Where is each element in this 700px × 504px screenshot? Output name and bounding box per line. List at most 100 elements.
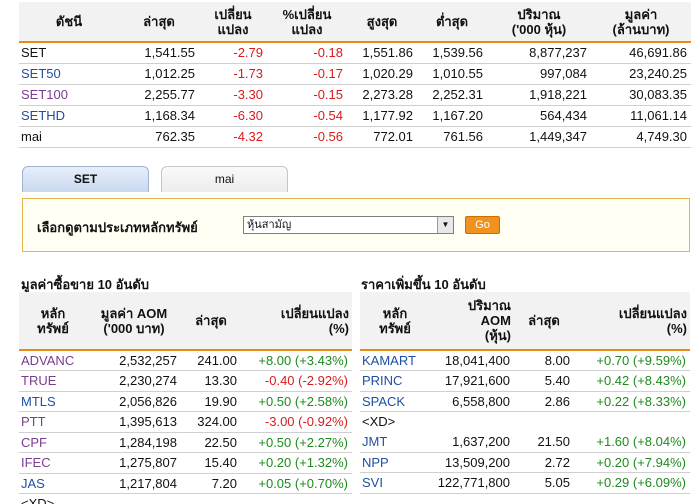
col-header-value: มูลค่า (ล้านบาท) [591, 2, 691, 43]
symbol-link[interactable]: SVI [360, 472, 430, 494]
filter-label: เลือกดูตามประเภทหลักทรัพย์ [37, 220, 198, 235]
col-header-last: ล่าสุด [119, 2, 199, 43]
index-change: -6.30 [199, 105, 267, 127]
price-change: +0.70 (+9.59%) [574, 350, 690, 371]
security-type-select[interactable]: หุ้นสามัญ ▼ [243, 216, 454, 234]
index-name-link[interactable]: SET [19, 42, 119, 64]
index-pct-change: -0.56 [267, 126, 347, 148]
col-header-low: ต่ำสุด [417, 2, 487, 43]
index-volume: 1,918,221 [487, 84, 591, 106]
index-value: 23,240.25 [591, 63, 691, 85]
aom-volume: 18,041,400 [430, 350, 514, 371]
table-row: TRUE 2,230,274 13.30 -0.40 (-2.92%) [19, 370, 352, 392]
symbol-link[interactable]: PTT [19, 411, 87, 433]
symbol-link[interactable]: JAS [19, 473, 87, 494]
col-header-high: สูงสุด [347, 2, 417, 43]
index-change: -3.30 [199, 84, 267, 106]
last-price: 19.90 [181, 391, 241, 412]
dropdown-arrow-icon[interactable]: ▼ [437, 217, 453, 233]
symbol-link[interactable]: NPP [360, 452, 430, 473]
index-row: SET50 1,012.25 -1.73 -0.17 1,020.29 1,010.55 9… [19, 63, 691, 85]
index-low: 761.56 [417, 126, 487, 148]
symbol-link[interactable]: JMT [360, 431, 430, 453]
index-name-link[interactable]: SETHD [19, 105, 119, 127]
price-change: +0.42 (+8.43%) [574, 370, 690, 392]
index-row: SETHD 1,168.34 -6.30 -0.54 1,177.92 1,167.20 5… [19, 105, 691, 127]
index-name-link[interactable]: SET100 [19, 84, 119, 106]
index-high: 2,273.28 [347, 84, 417, 106]
symbol-link[interactable]: KAMART [360, 350, 430, 371]
symbol-link[interactable]: CPF [19, 432, 87, 453]
index-row: SET100 2,255.77 -3.30 -0.15 2,273.28 2,252.31… [19, 84, 691, 106]
price-change: -3.00 (-0.92%) [241, 411, 352, 433]
last-price: 2.72 [514, 452, 574, 473]
col-header-change: เปลี่ยน แปลง [199, 2, 267, 43]
col-header-aom-volume: ปริมาณ AOM (หุ้น) [430, 292, 514, 351]
aom-value: 1,395,613 [87, 411, 181, 433]
symbol-link[interactable]: TRUE [19, 370, 87, 392]
price-change: +0.29 (+6.09%) [574, 472, 690, 494]
top-gainers-table: หลัก ทรัพย์ ปริมาณ AOM (หุ้น) ล่าสุด เปล… [360, 292, 690, 494]
symbol-link[interactable]: ADVANC [19, 350, 87, 371]
index-name-link[interactable]: mai [19, 126, 119, 148]
index-value: 30,083.35 [591, 84, 691, 106]
last-price: 15.40 [181, 452, 241, 474]
index-pct-change: -0.18 [267, 42, 347, 64]
index-low: 2,252.31 [417, 84, 487, 106]
price-change: +0.22 (+8.33%) [574, 391, 690, 412]
index-volume: 8,877,237 [487, 42, 591, 64]
go-button[interactable]: Go [465, 216, 500, 234]
last-price: 7.20 [181, 473, 241, 494]
xd-note-row: <XD> [360, 412, 690, 432]
table-row: PRINC 17,921,600 5.40 +0.42 (+8.43%) [360, 370, 690, 392]
col-header-change: เปลี่ยนแปลง (%) [574, 292, 690, 351]
last-price: 13.30 [181, 370, 241, 392]
table-row: MTLS 2,056,826 19.90 +0.50 (+2.58%) [19, 391, 352, 412]
index-high: 1,020.29 [347, 63, 417, 85]
index-low: 1,010.55 [417, 63, 487, 85]
col-header-symbol: หลัก ทรัพย์ [360, 292, 430, 351]
table-row: JMT 1,637,200 21.50 +1.60 (+8.04%) [360, 431, 690, 453]
index-last: 2,255.77 [119, 84, 199, 106]
index-value: 46,691.86 [591, 42, 691, 64]
aom-value: 1,217,804 [87, 473, 181, 494]
last-price: 2.86 [514, 391, 574, 412]
index-pct-change: -0.54 [267, 105, 347, 127]
security-type-filter: เลือกดูตามประเภทหลักทรัพย์ หุ้นสามัญ ▼ G… [22, 198, 690, 252]
last-price: 324.00 [181, 411, 241, 433]
symbol-link[interactable]: SPACK [360, 391, 430, 412]
aom-volume: 13,509,200 [430, 452, 514, 473]
index-row: mai 762.35 -4.32 -0.56 772.01 761.56 1,449,347… [19, 126, 691, 148]
top-value-header: หลัก ทรัพย์ มูลค่า AOM ('000 บาท) ล่าสุด… [19, 292, 352, 351]
price-change: -0.40 (-2.92%) [241, 370, 352, 392]
last-price: 5.05 [514, 472, 574, 494]
price-change: +0.05 (+0.70%) [241, 473, 352, 494]
index-pct-change: -0.17 [267, 63, 347, 85]
index-value: 4,749.30 [591, 126, 691, 148]
index-low: 1,539.56 [417, 42, 487, 64]
index-last: 1,012.25 [119, 63, 199, 85]
top-value-table: หลัก ทรัพย์ มูลค่า AOM ('000 บาท) ล่าสุด… [19, 292, 352, 504]
index-name-link[interactable]: SET50 [19, 63, 119, 85]
last-price: 8.00 [514, 350, 574, 371]
symbol-link[interactable]: PRINC [360, 370, 430, 392]
table-row: SVI 122,771,800 5.05 +0.29 (+6.09%) [360, 472, 690, 494]
index-volume: 564,434 [487, 105, 591, 127]
price-change: +0.50 (+2.27%) [241, 432, 352, 453]
index-low: 1,167.20 [417, 105, 487, 127]
table-row: NPP 13,509,200 2.72 +0.20 (+7.94%) [360, 452, 690, 473]
security-type-selected: หุ้นสามัญ [247, 219, 292, 231]
aom-value: 1,275,807 [87, 452, 181, 474]
symbol-link[interactable]: MTLS [19, 391, 87, 412]
index-value: 11,061.14 [591, 105, 691, 127]
col-header-last: ล่าสุด [181, 292, 241, 351]
tab-set[interactable]: SET [22, 166, 149, 192]
market-tabs: SET mai [22, 166, 690, 192]
tab-mai[interactable]: mai [161, 166, 288, 192]
col-header-change: เปลี่ยนแปลง (%) [241, 292, 352, 351]
xd-note-row: <XD> [19, 494, 352, 504]
index-high: 772.01 [347, 126, 417, 148]
symbol-link[interactable]: IFEC [19, 452, 87, 474]
last-price: 22.50 [181, 432, 241, 453]
index-volume: 1,449,347 [487, 126, 591, 148]
